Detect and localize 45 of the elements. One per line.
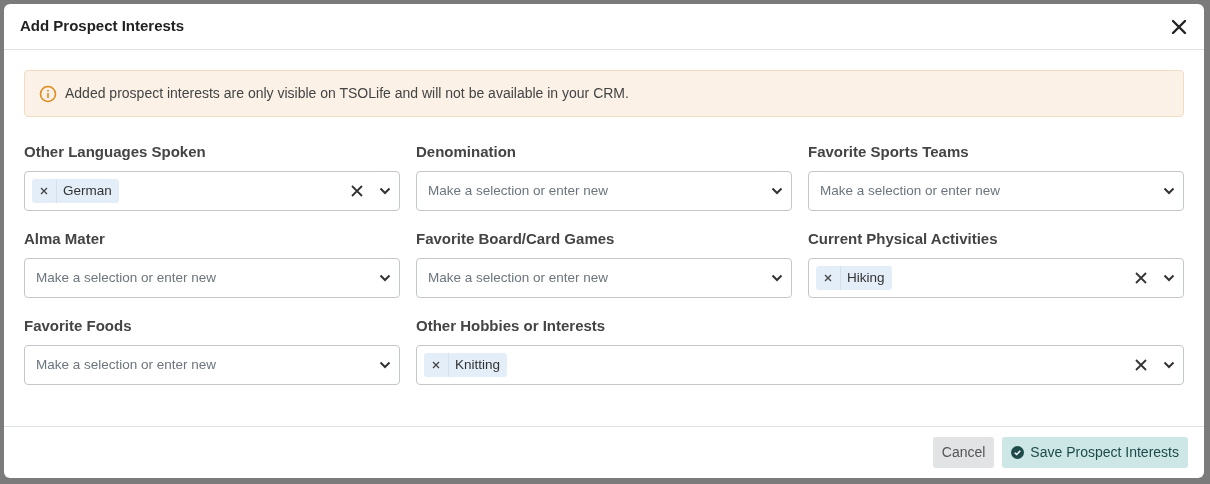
tag-text: German [63, 181, 112, 200]
select-field[interactable]: Make a selection or enter new [416, 258, 792, 298]
placeholder-text: Make a selection or enter new [35, 268, 218, 287]
tag-text: Knitting [455, 355, 501, 374]
chevron-down-icon[interactable] [1163, 274, 1175, 282]
chevron-down-icon[interactable] [379, 187, 391, 195]
save-button[interactable]: Save Prospect Interests [1002, 437, 1188, 468]
field-label: Other Languages Spoken [24, 143, 207, 161]
select-field[interactable]: Knitting [416, 345, 1184, 385]
field-label: Favorite Foods [24, 317, 133, 335]
placeholder-text: Make a selection or enter new [427, 181, 610, 200]
field-label: Alma Mater [24, 230, 106, 248]
chevron-down-icon[interactable] [1163, 361, 1175, 369]
chevron-down-icon[interactable] [379, 274, 391, 282]
tag-text: Hiking [847, 268, 885, 287]
remove-icon[interactable] [40, 187, 48, 195]
select-field[interactable]: Make a selection or enter new [24, 345, 400, 385]
placeholder-text: Make a selection or enter new [819, 181, 1002, 200]
field-label: Denomination [416, 143, 517, 161]
field-label: Other Hobbies or Interests [416, 317, 607, 335]
clear-icon[interactable] [1135, 272, 1147, 284]
select-field[interactable]: Make a selection or enter new [24, 258, 400, 298]
placeholder-text: Make a selection or enter new [35, 355, 218, 374]
clear-icon[interactable] [1135, 359, 1147, 371]
select-field[interactable]: German [24, 171, 400, 211]
check-circle-icon [1011, 446, 1025, 459]
close-button[interactable] [1170, 17, 1188, 36]
field-label: Current Physical Activities [808, 230, 999, 248]
chevron-down-icon[interactable] [379, 361, 391, 369]
chevron-down-icon[interactable] [1163, 187, 1175, 195]
clear-icon[interactable] [351, 185, 363, 197]
cancel-button[interactable]: Cancel [932, 437, 995, 468]
field-label: Favorite Board/Card Games [416, 230, 616, 248]
info-icon [39, 84, 57, 103]
alert-text: Added prospect interests are only visible on TSOLife and will not be available in your CRM. [65, 84, 629, 103]
select-field[interactable]: Make a selection or enter new [808, 171, 1184, 211]
placeholder-text: Make a selection or enter new [427, 268, 610, 287]
select-field[interactable]: Hiking [808, 258, 1184, 298]
chevron-down-icon[interactable] [771, 187, 783, 195]
chevron-down-icon[interactable] [771, 274, 783, 282]
select-field[interactable]: Make a selection or enter new [416, 171, 792, 211]
remove-icon[interactable] [824, 274, 832, 282]
field-label: Favorite Sports Teams [808, 143, 970, 161]
remove-icon[interactable] [432, 361, 440, 369]
dialog-title: Add Prospect Interests [20, 16, 185, 37]
